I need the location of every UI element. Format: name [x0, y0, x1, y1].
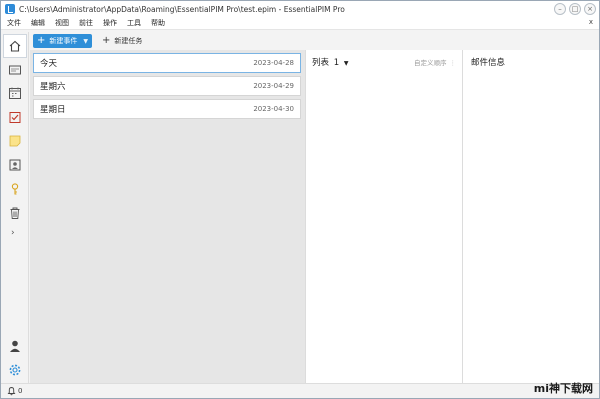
expand-chevron-icon[interactable]: › — [11, 228, 15, 238]
task-list-pane: 列表 1 ▼ 自定义顺序 ⋮ — [305, 50, 463, 383]
day-item-saturday[interactable]: 星期六 2023-04-29 — [33, 76, 301, 96]
new-task-button[interactable]: + 新建任务 — [102, 36, 142, 46]
maximize-button[interactable]: □ — [569, 3, 581, 15]
more-icon: ⋮ — [449, 59, 457, 67]
dropdown-caret-icon[interactable]: ▼ — [83, 38, 88, 45]
module-sidebar: › — [1, 32, 29, 383]
password-icon[interactable] — [7, 181, 23, 197]
reminder-count: 0 — [18, 387, 23, 395]
tasks-icon[interactable] — [7, 109, 23, 125]
app-logo-icon — [5, 4, 15, 14]
chevron-down-icon: ▼ — [343, 60, 349, 67]
window-title: C:\Users\Administrator\AppData\Roaming\E… — [19, 4, 345, 14]
menu-view[interactable]: 视图 — [55, 18, 69, 28]
list-label: 列表 — [312, 58, 330, 68]
menu-bar: 文件 编辑 视图 前往 操作 工具 帮助 x — [1, 17, 599, 30]
day-item-today[interactable]: 今天 2023-04-28 — [33, 53, 301, 73]
app-window: C:\Users\Administrator\AppData\Roaming\E… — [0, 0, 600, 399]
close-button[interactable]: × — [584, 3, 596, 15]
day-date: 2023-04-30 — [253, 105, 294, 113]
day-label: 星期日 — [40, 105, 66, 115]
list-selector[interactable]: 列表 1 ▼ — [312, 56, 348, 68]
bell-icon — [7, 387, 16, 396]
inbox-icon[interactable] — [7, 62, 23, 78]
menu-edit[interactable]: 编辑 — [31, 18, 45, 28]
menu-help[interactable]: 帮助 — [151, 18, 165, 28]
menu-tools[interactable]: 工具 — [127, 18, 141, 28]
day-date: 2023-04-28 — [253, 59, 294, 67]
window-controls: – □ × — [554, 3, 596, 15]
new-event-button[interactable]: + 新建事件 ▼ — [33, 34, 93, 48]
calendar-icon[interactable] — [7, 85, 23, 101]
settings-icon[interactable] — [7, 362, 23, 378]
plus-icon: + — [102, 35, 111, 46]
day-date: 2023-04-29 — [253, 82, 294, 90]
day-label: 今天 — [40, 59, 58, 69]
day-label: 星期六 — [40, 82, 66, 92]
mail-info-pane: 邮件信息 — [463, 50, 599, 383]
user-icon[interactable] — [7, 338, 23, 354]
menu-action[interactable]: 操作 — [103, 18, 117, 28]
custom-sort-button[interactable]: 自定义顺序 ⋮ — [414, 57, 456, 67]
trash-icon[interactable] — [7, 205, 23, 221]
toolbar: + 新建事件 ▼ + 新建任务 — [31, 32, 599, 50]
plus-icon: + — [37, 35, 46, 46]
watermark-logo: mi神下载网 — [533, 382, 593, 395]
custom-sort-label: 自定义顺序 — [414, 59, 447, 67]
reminders-button[interactable]: 0 — [7, 386, 22, 396]
contacts-icon[interactable] — [7, 157, 23, 173]
minimize-button[interactable]: – — [554, 3, 566, 15]
mail-info-title: 邮件信息 — [471, 58, 506, 68]
new-task-label: 新建任务 — [114, 37, 143, 45]
menu-close-button[interactable]: x — [589, 18, 593, 26]
new-event-label: 新建事件 — [49, 37, 78, 45]
list-number: 1 — [333, 58, 340, 68]
day-item-sunday[interactable]: 星期日 2023-04-30 — [33, 99, 301, 119]
home-icon[interactable] — [3, 34, 27, 58]
day-list-pane: 今天 2023-04-28 星期六 2023-04-29 星期日 2023-04… — [30, 50, 305, 383]
menu-go[interactable]: 前往 — [79, 18, 93, 28]
notes-icon[interactable] — [7, 133, 23, 149]
title-bar: C:\Users\Administrator\AppData\Roaming\E… — [1, 1, 599, 17]
status-bar: 0 mi神下载网 — [1, 382, 599, 398]
menu-file[interactable]: 文件 — [7, 18, 21, 28]
